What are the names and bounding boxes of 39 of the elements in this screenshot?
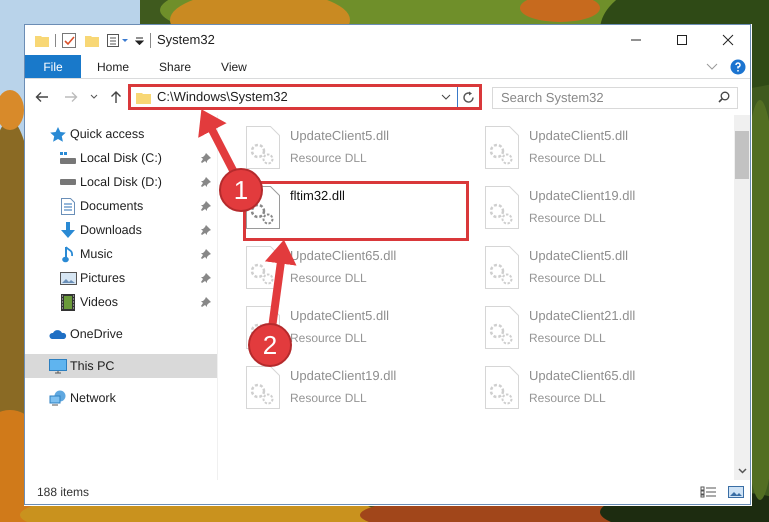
nav-item[interactable]: Pictures	[25, 266, 217, 290]
file-tab[interactable]: File	[25, 55, 81, 78]
file-type: Resource DLL	[529, 150, 607, 166]
nav-item[interactable]: Music	[25, 242, 217, 266]
file-name: UpdateClient19.dll	[529, 187, 636, 205]
file-name: fltim32.dll	[290, 187, 345, 205]
address-bar[interactable]: C:\Windows\System32	[128, 84, 482, 110]
search-field[interactable]: Search System32	[492, 86, 738, 108]
address-text: C:\Windows\System32	[157, 88, 289, 106]
file-type: Resource DLL	[290, 270, 368, 286]
nav-item[interactable]: Local Disk (D:)	[25, 170, 217, 194]
ribbon-tab[interactable]: Home	[83, 55, 144, 78]
file-type: Resource DLL	[529, 210, 607, 226]
file-name: UpdateClient65.dll	[290, 247, 396, 265]
file-name: UpdateClient19.dll	[290, 367, 396, 385]
file-type: Resource DLL	[290, 390, 368, 406]
file-type: Resource DLL	[529, 390, 607, 406]
file-name: UpdateClient65.dll	[529, 367, 636, 385]
file-type: Resource DLL	[529, 330, 607, 346]
file-type: Resource DLL	[290, 330, 368, 346]
file-name: UpdateClient5.dll	[529, 247, 628, 265]
ribbon-tab[interactable]: Share	[145, 55, 206, 78]
file-type: Resource DLL	[290, 150, 368, 166]
ribbon-tab[interactable]: View	[207, 55, 261, 78]
nav-item[interactable]: This PC	[25, 354, 217, 378]
nav-item[interactable]: Videos	[25, 290, 217, 314]
file-type: Resource DLL	[529, 270, 607, 286]
file-name: UpdateClient21.dll	[529, 307, 636, 325]
window-title: System32	[157, 31, 215, 50]
nav-item[interactable]: Downloads	[25, 218, 217, 242]
nav-item[interactable]: Network	[25, 386, 122, 410]
nav-item[interactable]: Quick access	[25, 122, 150, 146]
nav-item[interactable]: Documents	[25, 194, 217, 218]
file-name: UpdateClient5.dll	[290, 307, 390, 325]
nav-item[interactable]: OneDrive	[25, 322, 129, 346]
file-name: UpdateClient5.dll	[290, 127, 390, 145]
file-name: UpdateClient5.dll	[529, 127, 628, 145]
status-text: 188 items	[37, 484, 90, 501]
nav-item[interactable]: Local Disk (C:)	[25, 146, 217, 170]
